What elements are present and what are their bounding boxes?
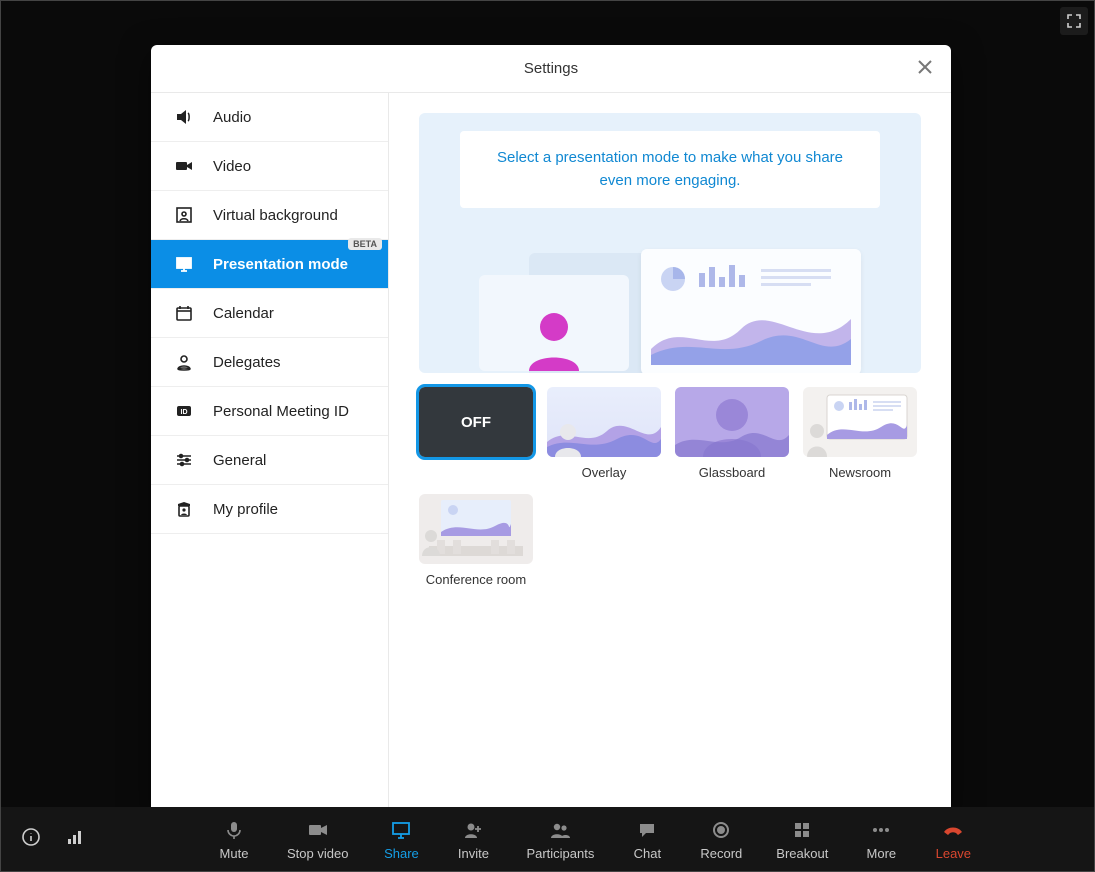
stop-video-button[interactable]: Stop video: [287, 818, 348, 861]
more-icon: [871, 818, 891, 842]
virtual-background-icon: [173, 205, 195, 225]
mode-glassboard-thumb: [675, 387, 789, 457]
mute-button[interactable]: Mute: [215, 818, 253, 861]
signal-icon: [65, 827, 85, 847]
nav-label: Delegates: [213, 354, 281, 371]
participants-button[interactable]: Participants: [526, 818, 594, 861]
nav-label: Video: [213, 158, 251, 175]
chat-icon: [637, 818, 657, 842]
toolbar-label: Chat: [634, 846, 661, 861]
more-button[interactable]: More: [862, 818, 900, 861]
person-icon: [553, 421, 583, 457]
chat-button[interactable]: Chat: [628, 818, 666, 861]
signal-button[interactable]: [65, 827, 85, 852]
nav-item-general[interactable]: General: [151, 436, 388, 485]
settings-content: Select a presentation mode to make what …: [389, 93, 951, 815]
mode-glassboard[interactable]: Glassboard: [675, 387, 789, 480]
sliders-icon: [173, 450, 195, 470]
modal-header: Settings: [151, 45, 951, 93]
leave-icon: [942, 818, 964, 842]
mode-label: Overlay: [582, 465, 627, 480]
mode-conference-thumb: [419, 494, 533, 564]
share-button[interactable]: Share: [382, 818, 420, 861]
toolbar-label: More: [867, 846, 897, 861]
nav-label: Audio: [213, 109, 251, 126]
invite-button[interactable]: Invite: [454, 818, 492, 861]
fullscreen-button[interactable]: [1060, 7, 1088, 35]
settings-modal: Settings Audio Video: [151, 45, 951, 815]
mode-newsroom-thumb: [803, 387, 917, 457]
svg-text:ID: ID: [181, 409, 188, 416]
video-icon: [173, 156, 195, 176]
meeting-toolbar: Mute Stop video Share Invite Participant…: [1, 807, 1094, 871]
beta-badge: BETA: [348, 238, 382, 250]
nav-label: Presentation mode: [213, 256, 348, 273]
nav-label: Personal Meeting ID: [213, 403, 349, 420]
participants-icon: [549, 818, 571, 842]
nav-item-delegates[interactable]: Delegates: [151, 338, 388, 387]
fullscreen-icon: [1066, 13, 1082, 29]
breakout-icon: [792, 818, 812, 842]
toolbar-label: Share: [384, 846, 419, 861]
presentation-hero: Select a presentation mode to make what …: [419, 113, 921, 373]
person-icon: [519, 301, 589, 371]
mode-overlay-thumb: [547, 387, 661, 457]
delegates-icon: [173, 352, 195, 372]
mode-off[interactable]: OFF: [419, 387, 533, 480]
nav-item-calendar[interactable]: Calendar: [151, 289, 388, 338]
info-button[interactable]: [21, 827, 41, 852]
chart-illustration: [651, 259, 851, 365]
info-icon: [21, 827, 41, 847]
breakout-button[interactable]: Breakout: [776, 818, 828, 861]
nav-item-virtual-background[interactable]: Virtual background: [151, 191, 388, 240]
invite-icon: [463, 818, 483, 842]
id-icon: ID: [173, 401, 195, 421]
mode-grid: OFF Overlay Glassboard: [419, 387, 921, 587]
microphone-icon: [224, 818, 244, 842]
record-icon: [711, 818, 731, 842]
app-frame: Settings Audio Video: [0, 0, 1095, 872]
toolbar-label: Record: [700, 846, 742, 861]
nav-item-personal-meeting-id[interactable]: ID Personal Meeting ID: [151, 387, 388, 436]
nav-item-video[interactable]: Video: [151, 142, 388, 191]
record-button[interactable]: Record: [700, 818, 742, 861]
toolbar-label: Stop video: [287, 846, 348, 861]
close-button[interactable]: [915, 57, 935, 82]
mode-label: Glassboard: [699, 465, 765, 480]
modal-body: Audio Video Virtual background: [151, 93, 951, 815]
mode-label: Newsroom: [829, 465, 891, 480]
close-icon: [915, 57, 935, 77]
mode-newsroom[interactable]: Newsroom: [803, 387, 917, 480]
audio-icon: [173, 107, 195, 127]
share-screen-icon: [390, 818, 412, 842]
mode-label: Conference room: [426, 572, 526, 587]
modal-title: Settings: [524, 60, 578, 77]
toolbar-label: Breakout: [776, 846, 828, 861]
nav-label: Virtual background: [213, 207, 338, 224]
mode-overlay[interactable]: Overlay: [547, 387, 661, 480]
nav-item-audio[interactable]: Audio: [151, 93, 388, 142]
nav-label: Calendar: [213, 305, 274, 322]
nav-label: General: [213, 452, 266, 469]
hero-callout: Select a presentation mode to make what …: [460, 131, 880, 208]
presentation-icon: [173, 254, 195, 274]
nav-label: My profile: [213, 501, 278, 518]
hero-illustration: [419, 223, 921, 373]
nav-item-presentation-mode[interactable]: Presentation mode BETA: [151, 240, 388, 289]
toolbar-label: Participants: [526, 846, 594, 861]
settings-sidebar: Audio Video Virtual background: [151, 93, 389, 815]
profile-icon: [173, 499, 195, 519]
toolbar-label: Mute: [220, 846, 249, 861]
nav-item-my-profile[interactable]: My profile: [151, 485, 388, 534]
mode-off-thumb: OFF: [419, 387, 533, 457]
leave-button[interactable]: Leave: [934, 818, 972, 861]
mode-conference-room[interactable]: Conference room: [419, 494, 533, 587]
toolbar-label: Leave: [936, 846, 971, 861]
toolbar-label: Invite: [458, 846, 489, 861]
calendar-icon: [173, 303, 195, 323]
camera-icon: [307, 818, 329, 842]
